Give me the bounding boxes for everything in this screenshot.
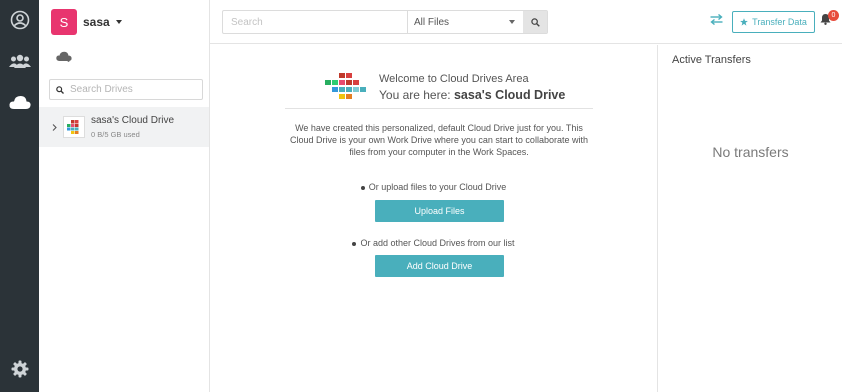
cloud-plus-icon	[56, 51, 72, 62]
account-name: sasa	[83, 15, 110, 29]
file-type-filter[interactable]: All Files	[407, 11, 523, 33]
top-bar: All Files Transfer Data 0	[210, 0, 842, 44]
divider	[285, 108, 593, 109]
cloud-icon	[8, 95, 31, 109]
add-drive-hint: Or add other Cloud Drives from our list	[210, 238, 657, 248]
drives-panel: S sasa Search Drives sasa's Cloud Drive …	[39, 0, 210, 392]
account-switcher[interactable]: S sasa	[51, 9, 122, 35]
upload-hint: Or upload files to your Cloud Drive	[210, 182, 657, 192]
sync-button[interactable]	[710, 13, 723, 28]
file-search-input[interactable]	[223, 16, 403, 28]
transfer-data-label: Transfer Data	[752, 17, 807, 27]
search-icon	[530, 17, 540, 27]
expand-drive-button[interactable]	[47, 123, 61, 131]
chevron-right-icon	[52, 123, 57, 131]
drive-search-input[interactable]	[70, 84, 190, 95]
users-nav-button[interactable]	[0, 46, 39, 76]
notification-badge: 0	[828, 10, 839, 21]
left-rail	[0, 0, 39, 392]
drive-search-field[interactable]	[49, 79, 203, 100]
add-cloud-drive-button[interactable]: Add Cloud Drive	[375, 255, 504, 277]
settings-nav-button[interactable]	[0, 354, 39, 384]
no-transfers-message: No transfers	[712, 144, 789, 160]
avatar: S	[51, 9, 77, 35]
cloud-drives-logo-icon	[325, 73, 366, 99]
upload-files-button[interactable]: Upload Files	[375, 200, 504, 222]
drive-list-item[interactable]: sasa's Cloud Drive 0 B/5 GB used	[39, 107, 209, 147]
active-transfers-panel: Active Transfers No transfers	[657, 45, 842, 392]
swap-arrows-icon	[710, 13, 723, 26]
active-transfers-title: Active Transfers	[672, 54, 751, 66]
file-search-bar: All Files	[222, 10, 548, 34]
welcome-header: Welcome to Cloud Drives Area You are her…	[325, 73, 565, 102]
file-type-filter-value: All Files	[414, 16, 450, 28]
caret-down-icon	[115, 20, 122, 24]
caret-down-icon	[509, 20, 515, 24]
user-circle-icon	[10, 10, 29, 30]
drive-name: sasa's Cloud Drive	[91, 115, 175, 126]
location-name: sasa's Cloud Drive	[453, 88, 566, 102]
search-button[interactable]	[523, 11, 547, 33]
welcome-description: We have created this personalized, defau…	[290, 123, 588, 157]
location-prefix: You are here:	[379, 88, 451, 102]
star-icon	[740, 18, 748, 26]
add-drive-button[interactable]	[56, 51, 72, 66]
location-breadcrumb: You are here: sasa's Cloud Drive	[379, 88, 565, 102]
main-content: Welcome to Cloud Drives Area You are her…	[210, 45, 657, 392]
welcome-title: Welcome to Cloud Drives Area	[379, 73, 529, 85]
gear-icon	[11, 360, 28, 378]
users-icon	[8, 54, 31, 68]
drive-logo-icon	[63, 116, 85, 138]
drive-usage: 0 B/5 GB used	[91, 130, 140, 139]
cloud-nav-button[interactable]	[0, 87, 39, 117]
search-icon	[56, 85, 64, 94]
profile-nav-button[interactable]	[0, 5, 39, 35]
transfer-data-button[interactable]: Transfer Data	[732, 11, 815, 33]
